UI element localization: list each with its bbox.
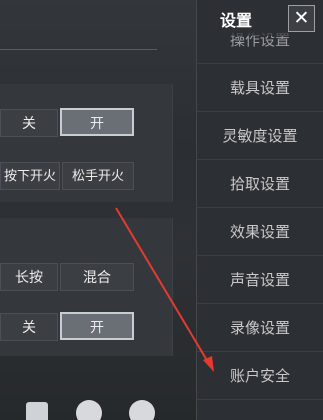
toggle-on-button[interactable]: 开 xyxy=(60,312,134,340)
close-button[interactable]: ✕ xyxy=(288,5,315,32)
toggle-on-button[interactable]: 开 xyxy=(60,108,134,136)
menu-item-vehicle[interactable]: 载具设置 xyxy=(197,64,323,112)
settings-group-aim: 长按 混合 关 开 xyxy=(0,218,173,356)
settings-content-pane: 关 开 按下开火 松手开火 长按 混合 关 开 xyxy=(0,0,195,420)
settings-screen: 关 开 按下开火 松手开火 长按 混合 关 开 操作设置 载具设置 灵敏度设置 … xyxy=(0,0,323,420)
menu-item-effects[interactable]: 效果设置 xyxy=(197,208,323,256)
toggle-off-button[interactable]: 关 xyxy=(0,109,58,137)
target-icon[interactable] xyxy=(76,400,102,420)
close-icon: ✕ xyxy=(293,7,310,29)
divider xyxy=(0,49,157,50)
sidebar-header: 设置 ✕ xyxy=(197,0,323,36)
menu-item-sound[interactable]: 声音设置 xyxy=(197,256,323,304)
menu-item-sensitivity[interactable]: 灵敏度设置 xyxy=(197,112,323,160)
mixed-button[interactable]: 混合 xyxy=(60,263,134,291)
menu-item-recording[interactable]: 录像设置 xyxy=(197,304,323,352)
person-icon[interactable] xyxy=(26,402,48,420)
settings-sidebar: 操作设置 载具设置 灵敏度设置 拾取设置 效果设置 声音设置 录像设置 账户安全… xyxy=(196,0,323,420)
camera-icon[interactable] xyxy=(129,400,155,420)
menu-item-pickup[interactable]: 拾取设置 xyxy=(197,160,323,208)
menu-item-account-security[interactable]: 账户安全 xyxy=(197,352,323,400)
release-to-fire-button[interactable]: 松手开火 xyxy=(62,162,134,190)
hold-button[interactable]: 长按 xyxy=(0,263,58,291)
press-to-fire-button[interactable]: 按下开火 xyxy=(0,162,60,190)
settings-group-fire: 关 开 按下开火 松手开火 xyxy=(0,84,173,202)
page-title: 设置 xyxy=(220,11,253,30)
toggle-off-button[interactable]: 关 xyxy=(0,313,58,341)
